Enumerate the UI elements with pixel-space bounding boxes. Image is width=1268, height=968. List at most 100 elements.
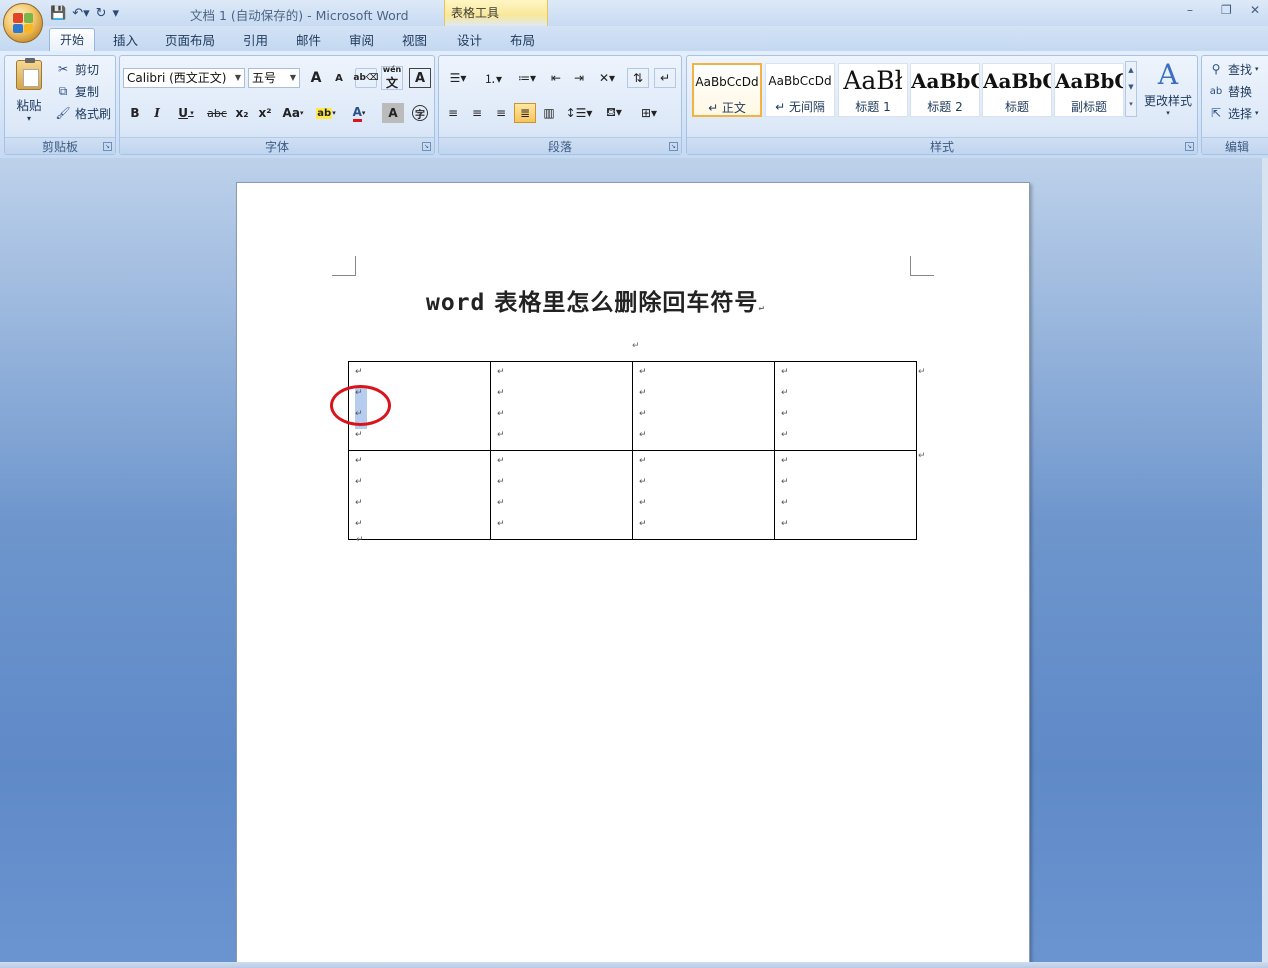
tab-view[interactable]: 视图 <box>402 30 427 49</box>
paste-button[interactable]: 粘贴 ▾ <box>12 58 46 126</box>
tab-mailings[interactable]: 邮件 <box>296 30 321 49</box>
line-spacing-icon: ↕☰▾ <box>565 106 593 120</box>
format-painter-button[interactable]: 🖌 格式刷 <box>54 104 111 122</box>
line-spacing-button[interactable]: ↕☰▾ <box>564 103 594 123</box>
scroll-down-icon[interactable]: ▼ <box>1126 79 1136 96</box>
find-label: 查找 <box>1228 62 1253 77</box>
align-center-button[interactable]: ≡ <box>466 103 488 123</box>
dialog-launcher-icon[interactable]: ↘ <box>103 142 112 151</box>
enclose-char-button[interactable]: 字 <box>409 103 431 123</box>
redo-icon[interactable]: ↻ <box>96 6 107 21</box>
clear-format-button[interactable]: ab⌫ <box>353 68 379 88</box>
char-shading-button[interactable]: A <box>382 103 404 123</box>
asian-layout-button[interactable]: ✕▾ <box>592 68 622 88</box>
style-normal[interactable]: AaBbCcDd ↵ 正文 <box>692 63 762 117</box>
table-cell[interactable]: ↵ ↵ ↵ ↵ <box>632 361 775 451</box>
style-name: ↵ 正文 <box>708 101 746 115</box>
table-cell[interactable]: ↵ ↵ ↵ ↵ <box>490 450 633 540</box>
multilevel-list-button[interactable]: ≔▾ <box>512 68 542 88</box>
tab-design[interactable]: 设计 <box>457 30 482 49</box>
replace-label: 替换 <box>1228 84 1253 99</box>
paragraph-mark: ↵ <box>639 456 647 466</box>
status-bar <box>0 962 1268 968</box>
table-cell[interactable]: ↵ ↵ ↵ ↵ <box>490 361 633 451</box>
restore-button[interactable]: ❐ <box>1221 3 1232 17</box>
superscript-button[interactable]: x² <box>254 103 276 123</box>
align-right-icon: ≡ <box>495 106 507 120</box>
align-right-button[interactable]: ≡ <box>490 103 512 123</box>
grow-font-button[interactable]: A <box>305 68 327 88</box>
document-heading[interactable]: word 表格里怎么删除回车符号↵ <box>426 283 765 317</box>
dialog-launcher-icon[interactable]: ↘ <box>1185 142 1194 151</box>
paragraph-mark: ↵ <box>497 388 505 398</box>
numbered-list-icon: ⒈▾ <box>483 71 503 86</box>
phonetic-guide-button[interactable]: wén 文 <box>381 65 403 90</box>
font-family-select[interactable]: Calibri (西文正文) ▼ <box>123 68 245 88</box>
paragraph-mark: ↵ <box>781 409 789 419</box>
change-styles-button[interactable]: A 更改样式 ▾ <box>1142 58 1194 128</box>
paragraph-mark: ↵ <box>781 519 789 529</box>
style-heading-1[interactable]: AaBł 标题 1 <box>838 63 908 117</box>
borders-button[interactable]: ⊞▾ <box>634 103 664 123</box>
customize-icon[interactable]: ▾ <box>113 6 120 21</box>
justify-button[interactable]: ≣ <box>514 103 536 123</box>
scroll-up-icon[interactable]: ▲ <box>1126 62 1136 79</box>
italic-icon: I <box>154 106 160 120</box>
style-heading-2[interactable]: AaBbC 标题 2 <box>910 63 980 117</box>
tab-insert[interactable]: 插入 <box>113 30 138 49</box>
dialog-launcher-icon[interactable]: ↘ <box>422 142 431 151</box>
vertical-scrollbar[interactable] <box>1262 158 1268 968</box>
font-color-button[interactable]: A ▾ <box>344 103 374 123</box>
dialog-launcher-icon[interactable]: ↘ <box>669 142 678 151</box>
tab-page-layout[interactable]: 页面布局 <box>165 30 215 49</box>
highlight-button[interactable]: ab ▾ <box>311 103 341 123</box>
shading-button[interactable]: ⛾▾ <box>598 103 630 123</box>
decrease-indent-button[interactable]: ⇤ <box>545 68 567 88</box>
select-button[interactable]: ⇱ 选择 ▾ <box>1207 104 1259 122</box>
document-table[interactable]: ↵ ↵ ↵ ↵ ↵ ↵ ↵ ↵ ↵ ↵ ↵ ↵ ↵ ↵ ↵ ↵ ↵ ↵ ↵ ↵ ↵ ↵ ↵ ↵ ↵ ↵ ↵ ↵ ↵ ↵… <box>348 361 917 540</box>
italic-button[interactable]: I <box>146 103 168 123</box>
tab-home[interactable]: 开始 <box>49 28 95 52</box>
style-no-spacing[interactable]: AaBbCcDd ↵ 无间隔 <box>765 63 835 117</box>
style-subtitle[interactable]: AaBbC 副标题 <box>1054 63 1124 117</box>
paint-bucket-icon: ⛾▾ <box>606 105 622 119</box>
more-icon[interactable]: ▾ <box>1126 96 1136 113</box>
align-left-button[interactable]: ≡ <box>442 103 464 123</box>
subscript-button[interactable]: x₂ <box>231 103 253 123</box>
replace-icon: ab <box>1209 85 1223 97</box>
bullets-button[interactable]: ☰▾ <box>442 68 474 88</box>
underline-button[interactable]: U ▾ <box>170 103 202 123</box>
asian-layout-icon: ✕▾ <box>598 71 616 85</box>
office-button[interactable] <box>3 3 43 43</box>
tab-references[interactable]: 引用 <box>243 30 268 49</box>
table-tools-label: 表格工具 <box>451 6 500 20</box>
find-button[interactable]: ⚲ 查找 ▾ <box>1207 60 1259 78</box>
table-cell[interactable]: ↵ ↵ ↵ ↵ <box>774 361 917 451</box>
tab-layout[interactable]: 布局 <box>510 30 535 49</box>
strikethrough-button[interactable]: abc <box>204 103 230 123</box>
table-cell[interactable]: ↵ ↵ ↵ ↵ <box>774 450 917 540</box>
bold-button[interactable]: B <box>124 103 146 123</box>
font-size-select[interactable]: 五号 ▼ <box>248 68 300 88</box>
heading-latin: word <box>426 290 486 316</box>
replace-button[interactable]: ab 替换 <box>1207 82 1252 100</box>
char-border-button[interactable]: A <box>409 68 431 88</box>
change-case-button[interactable]: Aa ▾ <box>279 103 307 123</box>
cut-button[interactable]: ✂ 剪切 <box>54 60 99 78</box>
undo-icon[interactable]: ↶▾ <box>72 6 89 21</box>
minimize-button[interactable]: – <box>1187 3 1193 17</box>
copy-button[interactable]: ⧉ 复制 <box>54 82 99 100</box>
tab-review[interactable]: 审阅 <box>349 30 374 49</box>
distributed-button[interactable]: ▥ <box>538 103 560 123</box>
numbering-button[interactable]: ⒈▾ <box>477 68 509 88</box>
table-cell[interactable]: ↵ ↵ ↵ ↵ <box>348 450 491 540</box>
close-button[interactable]: ✕ <box>1250 3 1260 17</box>
sort-button[interactable]: ⇅ <box>627 68 649 88</box>
increase-indent-button[interactable]: ⇥ <box>568 68 590 88</box>
styles-gallery-scroll[interactable]: ▲ ▼ ▾ <box>1125 61 1137 117</box>
shrink-font-button[interactable]: A <box>328 68 350 88</box>
style-title[interactable]: AaBbC 标题 <box>982 63 1052 117</box>
show-marks-button[interactable]: ↵ <box>654 68 676 88</box>
save-icon[interactable]: 💾 <box>50 6 66 21</box>
table-cell[interactable]: ↵ ↵ ↵ ↵ <box>632 450 775 540</box>
